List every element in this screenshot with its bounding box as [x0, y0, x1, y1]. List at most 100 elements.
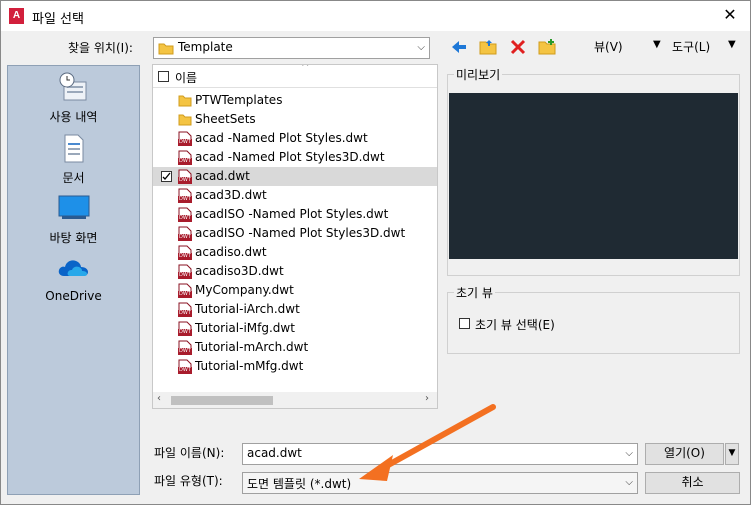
filetype-value: 도면 템플릿 (*.dwt)	[247, 477, 352, 491]
sidebar-item-label: 바탕 화면	[49, 231, 98, 245]
file-dialog: A 파일 선택 ✕ 찾을 위치(I): Template ⌵ 뷰(V) ▼ 도구…	[0, 0, 751, 505]
preview-group: 미리보기	[447, 66, 740, 276]
sidebar-item-documents[interactable]: 문서	[8, 134, 139, 186]
view-menu[interactable]: 뷰(V)	[594, 38, 623, 55]
view-menu-label: 뷰(V)	[594, 40, 623, 54]
up-folder-icon[interactable]	[479, 38, 497, 56]
onedrive-icon	[58, 260, 88, 276]
list-item[interactable]: DWT acad -Named Plot Styles.dwt	[153, 129, 437, 148]
file-name: acad -Named Plot Styles3D.dwt	[195, 150, 385, 164]
list-item[interactable]: DWT acad3D.dwt	[153, 186, 437, 205]
list-item[interactable]: DWT acadiso.dwt	[153, 243, 437, 262]
desktop-icon	[58, 195, 90, 219]
file-icon-text: DWT	[179, 310, 191, 316]
delete-icon[interactable]	[509, 38, 527, 56]
sidebar-item-label: 사용 내역	[49, 110, 98, 124]
dwt-file-icon: DWT	[178, 264, 192, 279]
dwt-file-icon: DWT	[178, 226, 192, 241]
select-all-checkbox[interactable]	[158, 71, 169, 82]
file-name: acad.dwt	[195, 169, 250, 183]
sidebar-item-history[interactable]: 사용 내역	[8, 72, 139, 130]
filetype-label: 파일 유형(T):	[154, 474, 223, 488]
annotation-arrow-icon	[359, 404, 496, 481]
file-name: acad3D.dwt	[195, 188, 267, 202]
dwt-file-icon: DWT	[178, 245, 192, 260]
file-icon-text: DWT	[179, 272, 191, 278]
file-icon-text: DWT	[179, 348, 191, 354]
autocad-app-icon: A	[9, 8, 24, 24]
file-name: MyCompany.dwt	[195, 283, 294, 297]
list-item[interactable]: DWT Tutorial-iMfg.dwt	[153, 319, 437, 338]
back-arrow-icon[interactable]	[450, 38, 468, 56]
file-checkbox[interactable]	[161, 171, 172, 182]
title-bar: A 파일 선택 ✕	[1, 1, 750, 31]
initial-view-label: 초기 뷰	[454, 284, 495, 301]
lookin-label: 찾을 위치(I):	[68, 41, 133, 55]
dwt-file-icon: DWT	[178, 359, 192, 374]
close-icon[interactable]: ✕	[720, 5, 740, 24]
list-item[interactable]: DWT Tutorial-mMfg.dwt	[153, 357, 437, 376]
list-item[interactable]: DWT acad.dwt	[153, 167, 437, 186]
initial-view-checkbox-label: 초기 뷰 선택(E)	[475, 318, 555, 332]
list-item[interactable]: DWT acad -Named Plot Styles3D.dwt	[153, 148, 437, 167]
list-item[interactable]: PTWTemplates	[153, 91, 437, 110]
filename-value: acad.dwt	[247, 446, 302, 460]
file-icon-text: DWT	[179, 139, 191, 145]
file-icon-text: DWT	[179, 367, 191, 373]
dwt-file-icon: DWT	[178, 188, 192, 203]
lookin-combo[interactable]: Template ⌵	[153, 37, 430, 59]
dwt-file-icon: DWT	[178, 207, 192, 222]
tools-dropdown-icon[interactable]: ▼	[728, 39, 736, 50]
dwt-file-icon: DWT	[178, 302, 192, 317]
sidebar-item-desktop[interactable]: 바탕 화면	[8, 194, 139, 246]
preview-label: 미리보기	[454, 66, 503, 83]
file-name: Tutorial-iArch.dwt	[195, 302, 300, 316]
list-item[interactable]: DWT acadiso3D.dwt	[153, 262, 437, 281]
file-name: Tutorial-mArch.dwt	[195, 340, 309, 354]
places-sidebar: 사용 내역 문서 바탕 화면 OneDrive	[7, 65, 140, 495]
dialog-title: 파일 선택	[32, 12, 84, 27]
documents-icon	[64, 134, 84, 163]
chevron-down-icon: ⌵	[625, 448, 633, 459]
initial-view-group: 초기 뷰 초기 뷰 선택(E)	[447, 284, 740, 354]
cancel-button[interactable]: 취소	[645, 472, 740, 494]
dwt-file-icon: DWT	[178, 283, 192, 298]
chevron-down-icon: ⌵	[625, 477, 633, 488]
list-item[interactable]: DWT Tutorial-mArch.dwt	[153, 338, 437, 357]
sidebar-item-onedrive[interactable]: OneDrive	[8, 254, 139, 306]
list-item[interactable]: SheetSets	[153, 110, 437, 129]
sidebar-item-label: OneDrive	[45, 289, 102, 303]
file-list-header[interactable]: 이름 ^	[153, 65, 437, 88]
tools-menu-label: 도구(L)	[672, 40, 711, 54]
open-button[interactable]: 열기(O)	[645, 443, 724, 465]
file-icon-text: DWT	[179, 253, 191, 259]
file-icon-text: DWT	[179, 234, 191, 240]
file-list: 이름 ^ PTWTemplates SheetSets DWT acad -Named…	[152, 64, 438, 409]
new-folder-icon[interactable]	[538, 38, 556, 56]
list-item[interactable]: DWT acadISO -Named Plot Styles.dwt	[153, 205, 437, 224]
file-icon-text: DWT	[179, 291, 191, 297]
dwt-file-icon: DWT	[178, 340, 192, 355]
preview-canvas	[449, 93, 738, 259]
open-dropdown-button[interactable]: ▼	[725, 443, 739, 465]
scrollbar-thumb[interactable]	[171, 396, 273, 405]
file-name: acadiso3D.dwt	[195, 264, 284, 278]
list-item[interactable]: DWT acadISO -Named Plot Styles3D.dwt	[153, 224, 437, 243]
file-name: acadiso.dwt	[195, 245, 267, 259]
folder-icon	[178, 93, 192, 108]
file-icon-text: DWT	[179, 196, 191, 202]
initial-view-checkbox[interactable]	[459, 318, 470, 329]
lookin-value: Template	[178, 40, 233, 54]
scroll-left-icon[interactable]: ‹	[157, 393, 161, 404]
folder-icon	[178, 112, 192, 127]
dwt-file-icon: DWT	[178, 150, 192, 165]
history-icon	[59, 72, 87, 101]
file-name: acadISO -Named Plot Styles3D.dwt	[195, 226, 406, 240]
chevron-down-icon: ⌵	[417, 42, 425, 53]
list-item[interactable]: DWT MyCompany.dwt	[153, 281, 437, 300]
tools-menu[interactable]: 도구(L)	[672, 38, 710, 55]
view-dropdown-icon[interactable]: ▼	[653, 39, 661, 50]
folder-icon	[158, 43, 174, 55]
file-icon-text: DWT	[179, 329, 191, 335]
list-item[interactable]: DWT Tutorial-iArch.dwt	[153, 300, 437, 319]
